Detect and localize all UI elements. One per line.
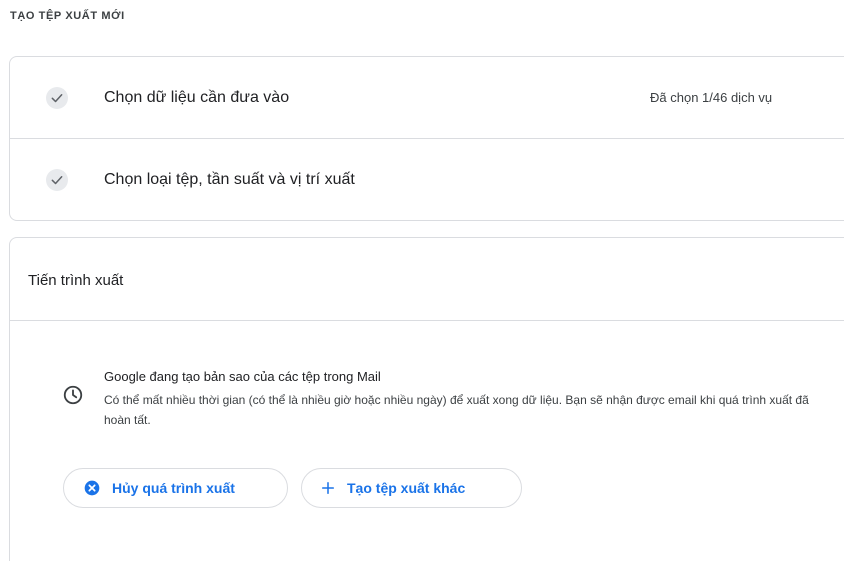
steps-card: Chọn dữ liệu cần đưa vào Đã chọn 1/46 dị… — [9, 56, 844, 221]
progress-header: Tiến trình xuất — [10, 238, 844, 321]
cancel-circle-icon — [84, 480, 100, 496]
section-heading: TẠO TỆP XUẤT MỚI — [10, 10, 125, 22]
step-select-data[interactable]: Chọn dữ liệu cần đưa vào Đã chọn 1/46 dị… — [10, 57, 844, 139]
plus-icon — [320, 480, 336, 496]
check-icon — [46, 86, 68, 109]
export-message-body: Có thể mất nhiều thời gian (có thể là nh… — [104, 393, 809, 427]
step-status: Đã chọn 1/46 dịch vụ — [650, 90, 773, 105]
cancel-export-button[interactable]: Hủy quá trình xuất — [63, 468, 288, 508]
export-progress-card: Tiến trình xuất Google đang tạo bản sao … — [9, 237, 844, 561]
new-export-button[interactable]: Tạo tệp xuất khác — [301, 468, 522, 508]
progress-title: Tiến trình xuất — [28, 272, 124, 289]
export-message-title: Google đang tạo bản sao của các tệp tron… — [104, 369, 381, 384]
step-label: Chọn dữ liệu cần đưa vào — [104, 88, 290, 106]
export-page: TẠO TỆP XUẤT MỚI Chọn dữ liệu cần đưa và… — [0, 0, 844, 561]
clock-icon — [62, 384, 84, 406]
step-label: Chọn loại tệp, tần suất và vị trí xuất — [104, 171, 355, 188]
step-file-type[interactable]: Chọn loại tệp, tần suất và vị trí xuất — [10, 139, 844, 221]
cancel-export-label: Hủy quá trình xuất — [112, 480, 235, 496]
new-export-label: Tạo tệp xuất khác — [347, 480, 466, 496]
check-icon — [46, 169, 68, 191]
